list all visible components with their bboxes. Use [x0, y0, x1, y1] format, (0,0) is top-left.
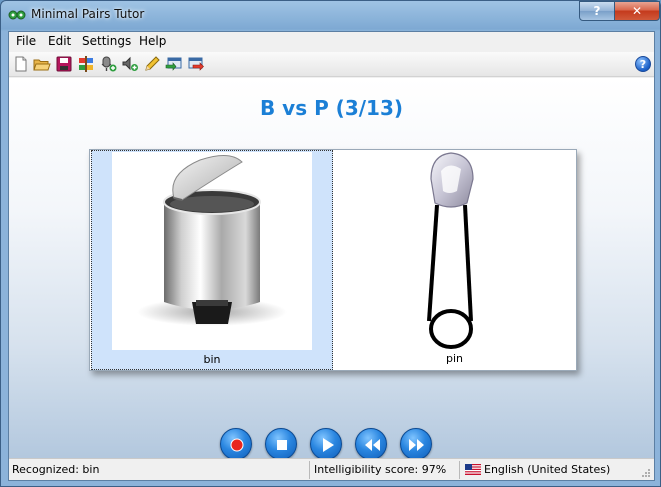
microphone-add-icon[interactable]: [99, 55, 117, 73]
pair-image-bin: [112, 152, 312, 350]
window-close-button[interactable]: ✕: [614, 1, 660, 21]
open-folder-icon[interactable]: [33, 55, 51, 73]
import-icon[interactable]: [165, 55, 183, 73]
lesson-area: B vs P (3/13) bin pin: [9, 78, 654, 460]
rewind-button[interactable]: [355, 428, 387, 460]
pair-card-bin[interactable]: bin: [91, 150, 333, 370]
status-recognized: Recognized: bin: [12, 463, 100, 476]
minimal-pairs-panel: bin pin: [89, 149, 577, 371]
edit-pencil-icon[interactable]: [143, 55, 161, 73]
pair-label-pin: pin: [445, 352, 463, 365]
fast-forward-button[interactable]: [400, 428, 432, 460]
stop-button[interactable]: [265, 428, 297, 460]
status-bar: Recognized: bin Intelligibility score: 9…: [9, 458, 654, 480]
settings-icon[interactable]: [77, 55, 95, 73]
app-window: Minimal Pairs Tutor ? ✕ File Edit Settin…: [0, 0, 661, 487]
pair-card-pin[interactable]: pin: [333, 150, 576, 370]
status-separator: [459, 461, 460, 479]
menu-bar: File Edit Settings Help: [9, 32, 654, 52]
pair-label-bin: bin: [203, 353, 221, 366]
client-area: File Edit Settings Help ? B vs P (3/13) …: [8, 31, 655, 481]
stop-icon: [277, 440, 287, 450]
new-file-icon[interactable]: [12, 55, 30, 73]
title-bar[interactable]: Minimal Pairs Tutor ? ✕: [1, 1, 660, 31]
toolbar: ?: [9, 52, 654, 77]
pair-image-pin: [353, 151, 557, 351]
play-button[interactable]: [310, 428, 342, 460]
rewind-icon: [365, 439, 380, 451]
trash-bin-icon: [137, 155, 287, 326]
us-flag-icon: [465, 464, 481, 475]
menu-help[interactable]: Help: [139, 34, 166, 48]
play-icon: [323, 438, 334, 452]
status-separator: [309, 461, 310, 479]
app-logo-icon: [8, 10, 26, 20]
safety-pin-icon: [427, 152, 474, 349]
status-language: English (United States): [484, 463, 611, 476]
export-icon[interactable]: [187, 55, 205, 73]
resize-grip-icon[interactable]: [641, 468, 651, 478]
save-icon[interactable]: [55, 55, 73, 73]
window-help-button[interactable]: ?: [579, 1, 615, 21]
lesson-title: B vs P (3/13): [259, 96, 404, 120]
record-button[interactable]: [220, 428, 252, 460]
fast-forward-icon: [409, 439, 424, 451]
window-title: Minimal Pairs Tutor: [31, 7, 145, 21]
record-icon: [230, 438, 244, 452]
help-icon[interactable]: ?: [635, 56, 651, 72]
menu-file[interactable]: File: [16, 34, 36, 48]
menu-settings[interactable]: Settings: [82, 34, 131, 48]
speaker-add-icon[interactable]: [121, 55, 139, 73]
status-score: Intelligibility score: 97%: [314, 463, 447, 476]
menu-edit[interactable]: Edit: [48, 34, 71, 48]
